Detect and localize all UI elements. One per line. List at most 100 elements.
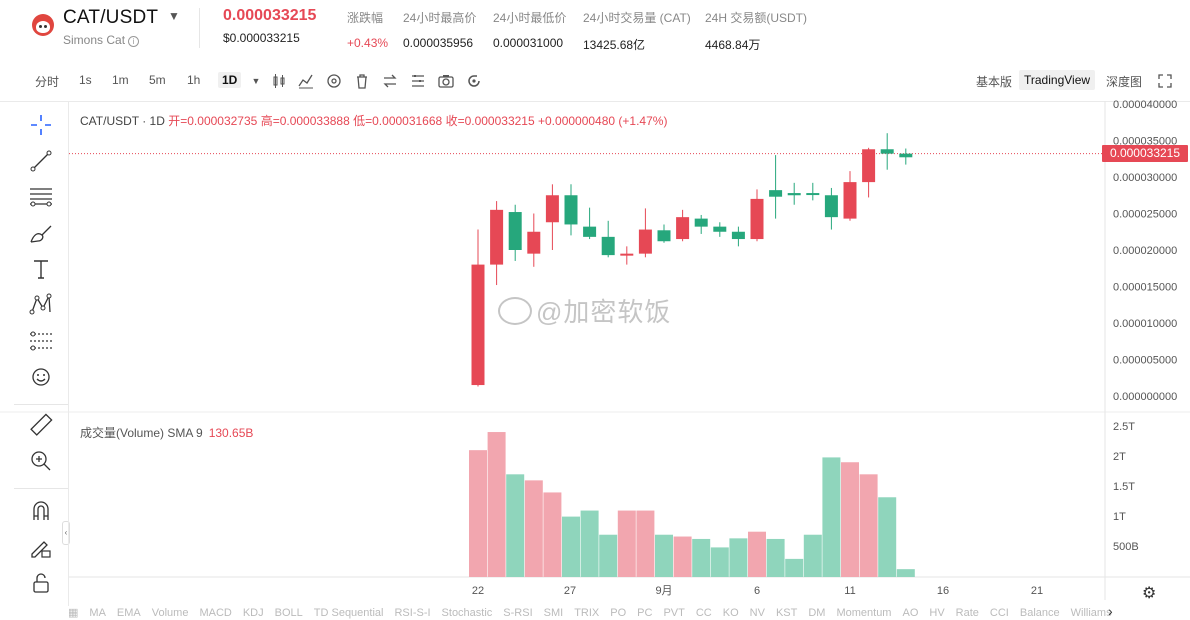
candle-body: [583, 226, 597, 237]
volume-bar: [562, 516, 580, 577]
volume-axis-label: 2T: [1113, 451, 1126, 463]
candle-body: [657, 230, 671, 242]
indicator-11[interactable]: TRIX: [574, 607, 599, 619]
price-axis-label: 0.000010000: [1113, 318, 1177, 330]
volume-bar: [785, 558, 804, 577]
volume-legend: 成交量(Volume) SMA 9 130.65B: [80, 424, 253, 441]
weibo-icon: [498, 297, 532, 325]
time-axis-label: 9月: [655, 585, 672, 597]
indicator-21[interactable]: AO: [902, 607, 918, 619]
time-axis-label: 27: [564, 585, 576, 597]
price-axis-label: 0.000020000: [1113, 245, 1177, 257]
indicator-22[interactable]: HV: [929, 607, 944, 619]
volume-bar: [580, 510, 599, 577]
candle-body: [527, 231, 541, 254]
indicator-19[interactable]: DM: [808, 607, 825, 619]
indicator-13[interactable]: PC: [637, 607, 652, 619]
legend-symbol: CAT/USDT · 1D: [80, 114, 165, 128]
volume-axis-label: 500B: [1113, 541, 1139, 553]
volume-bar: [878, 497, 897, 577]
volume-bar: [729, 538, 748, 577]
time-axis-label: 6: [754, 585, 760, 597]
candle-body: [564, 195, 578, 225]
indicator-18[interactable]: KST: [776, 607, 797, 619]
candle-body: [843, 182, 857, 219]
indicator-17[interactable]: NV: [750, 607, 765, 619]
indicator-25[interactable]: Balance: [1020, 607, 1060, 619]
price-axis-label: 0.000015000: [1113, 282, 1177, 294]
indicator-9[interactable]: S-RSI: [503, 607, 532, 619]
indicator-0[interactable]: MA: [89, 607, 106, 619]
candle-body: [545, 195, 559, 223]
volume-axis-label: 1T: [1113, 511, 1126, 523]
candle-body: [676, 217, 690, 240]
volume-axis-label: 2.5T: [1113, 421, 1135, 433]
indicator-6[interactable]: TD Sequential: [314, 607, 384, 619]
indicator-14[interactable]: PVT: [663, 607, 684, 619]
indicator-12[interactable]: PO: [610, 607, 626, 619]
volume-bar: [469, 450, 487, 577]
indicator-3[interactable]: MACD: [199, 607, 231, 619]
time-axis-label: 21: [1031, 585, 1043, 597]
volume-bar: [822, 457, 841, 577]
candle-body: [862, 149, 876, 183]
indicator-24[interactable]: CCI: [990, 607, 1009, 619]
volume-bar: [710, 547, 729, 577]
volume-axis-label: 1.5T: [1113, 481, 1135, 493]
volume-bar: [487, 432, 506, 577]
indicator-8[interactable]: Stochastic: [442, 607, 493, 619]
volume-bar: [524, 480, 543, 577]
indicator-16[interactable]: KO: [723, 607, 739, 619]
volume-bar: [599, 534, 618, 577]
candle-body: [750, 198, 764, 240]
candle-body: [601, 236, 615, 256]
indicator-4[interactable]: KDJ: [243, 607, 264, 619]
candle-body: [769, 190, 783, 197]
time-axis-label: 22: [472, 585, 484, 597]
volume-bar: [506, 474, 525, 577]
candle-body: [694, 218, 708, 227]
indicator-26[interactable]: Williams: [1071, 607, 1112, 619]
candle-body: [638, 229, 652, 254]
price-axis-label: 0.000030000: [1113, 172, 1177, 184]
indicator-20[interactable]: Momentum: [836, 607, 891, 619]
legend-high: 高=0.000033888: [260, 114, 350, 128]
volume-bar: [859, 474, 878, 577]
indicator-23[interactable]: Rate: [956, 607, 979, 619]
legend-change: +0.000000480 (+1.47%): [538, 114, 668, 128]
indicator-1[interactable]: EMA: [117, 607, 141, 619]
candle-body: [620, 253, 634, 256]
indicator-7[interactable]: RSI-S-I: [394, 607, 430, 619]
volume-bar: [543, 492, 562, 577]
volume-bar: [655, 534, 673, 577]
volume-bar: [636, 510, 655, 577]
indicator-15[interactable]: CC: [696, 607, 712, 619]
legend-low: 低=0.000031668: [353, 114, 443, 128]
price-axis-label: 0.000000000: [1113, 391, 1177, 403]
time-axis-label: 11: [844, 585, 855, 597]
candle-body: [899, 153, 913, 158]
price-axis-label: 0.000040000: [1113, 99, 1177, 111]
volume-bar: [692, 538, 711, 577]
volume-bar: [673, 536, 692, 577]
time-axis-label: 16: [937, 585, 949, 597]
volume-bar: [617, 510, 636, 577]
volume-bar: [896, 569, 915, 577]
volume-bar: [841, 462, 859, 577]
candle-body: [490, 209, 504, 265]
indicator-strip-icon[interactable]: ▦: [68, 607, 78, 619]
indicator-strip: ▦ MA EMA Volume MACD KDJ BOLL TD Sequential RSI-…: [68, 606, 1118, 620]
indicator-10[interactable]: SMI: [544, 607, 564, 619]
legend-close: 收=0.000033215: [445, 114, 535, 128]
volume-legend-name: 成交量(Volume) SMA 9: [80, 426, 203, 440]
candle-body: [471, 264, 485, 386]
candle-body: [713, 226, 727, 232]
candle-body: [806, 193, 820, 196]
chart-settings-gear-icon[interactable]: ⚙: [1142, 583, 1156, 603]
indicator-5[interactable]: BOLL: [275, 607, 303, 619]
indicator-2[interactable]: Volume: [152, 607, 189, 619]
last-price-tag: 0.000033215: [1102, 145, 1188, 162]
candle-body: [731, 231, 745, 240]
price-axis-label: 0.000005000: [1113, 355, 1177, 367]
volume-bar: [766, 538, 785, 577]
